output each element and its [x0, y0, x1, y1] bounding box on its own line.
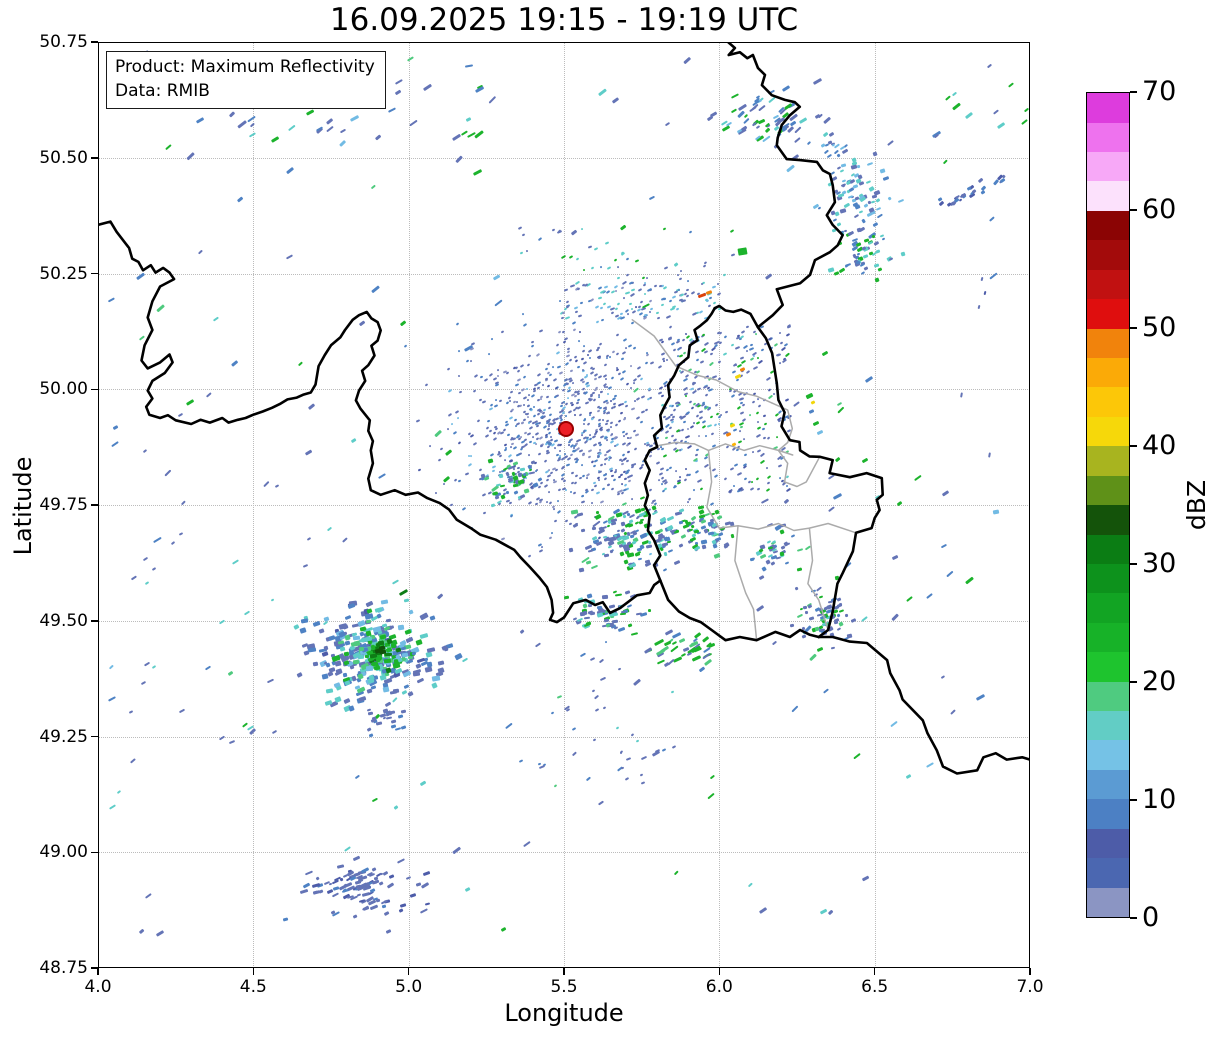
y-tick-label: 50.50: [39, 147, 88, 168]
colorbar-tick-label: 60: [1142, 194, 1177, 225]
colorbar-tick: [1130, 209, 1137, 211]
colorbar-tick: [1130, 563, 1137, 565]
colorbar-segment: [1087, 416, 1129, 447]
colorbar-tick-label: 70: [1142, 76, 1177, 107]
x-tick: [873, 968, 876, 975]
x-tick: [718, 968, 721, 975]
x-tick: [407, 968, 410, 975]
colorbar-segment: [1087, 446, 1129, 476]
country-border: [98, 220, 662, 624]
x-tick: [1029, 968, 1031, 975]
x-tick: [97, 968, 99, 975]
country-border: [643, 306, 716, 582]
x-tick-label: 4.5: [239, 977, 267, 997]
border-svg: [98, 42, 1030, 775]
x-tick-label: 6.5: [861, 977, 889, 997]
y-tick: [91, 735, 98, 738]
radar-site-marker: [557, 420, 574, 437]
y-tick: [91, 157, 98, 159]
colorbar-segment: [1087, 740, 1129, 770]
y-tick: [91, 504, 98, 506]
colorbar-segment: [1087, 387, 1129, 417]
colorbar-segment: [1087, 328, 1129, 358]
colorbar-segment: [1087, 299, 1129, 329]
product-info-box: Product: Maximum Reflectivity Data: RMIB: [106, 51, 386, 110]
x-tick-label: 6.0: [705, 977, 733, 997]
x-tick-label: 5.5: [550, 977, 578, 997]
colorbar-tick: [1130, 681, 1137, 683]
radar-figure: 16.09.2025 19:15 - 19:19 UTC Product: Ma…: [0, 0, 1219, 1040]
product-line: Product: Maximum Reflectivity: [115, 57, 375, 77]
colorbar-segment: [1087, 534, 1129, 564]
y-tick: [91, 272, 98, 275]
colorbar-segment: [1087, 828, 1129, 859]
colorbar-segment: [1087, 622, 1129, 653]
y-tick-label: 50.75: [39, 32, 88, 52]
colorbar-tick: [1130, 917, 1137, 919]
colorbar-tick-label: 0: [1142, 902, 1160, 933]
region-border: [656, 441, 794, 456]
y-tick-label: 48.75: [39, 958, 88, 978]
colorbar-label: dBZ: [1182, 479, 1211, 531]
country-border: [817, 635, 1030, 775]
colorbar-tick: [1130, 327, 1137, 329]
x-tick-label: 4.0: [84, 977, 112, 997]
y-tick-label: 49.25: [39, 726, 88, 747]
y-tick: [91, 967, 98, 969]
colorbar-segment: [1087, 210, 1129, 241]
colorbar-segment: [1087, 563, 1129, 594]
colorbar-tick: [1130, 445, 1137, 447]
y-tick-label: 49.50: [39, 610, 88, 631]
colorbar-segment: [1087, 152, 1129, 182]
colorbar-tick-label: 30: [1142, 548, 1177, 579]
colorbar-segment: [1087, 887, 1129, 917]
colorbar-segment: [1087, 269, 1129, 300]
colorbar-tick-label: 50: [1142, 312, 1177, 343]
colorbar-segment: [1087, 593, 1129, 623]
y-tick: [91, 41, 98, 43]
country-border: [713, 42, 844, 329]
colorbar-segment: [1087, 122, 1129, 153]
country-border: [756, 325, 884, 639]
colorbar-tick-label: 20: [1142, 666, 1177, 697]
x-tick: [563, 968, 565, 975]
data-source-line: Data: RMIB: [115, 81, 210, 102]
colorbar-segment: [1087, 357, 1129, 388]
colorbar-segment: [1087, 505, 1129, 535]
region-border: [706, 449, 721, 529]
colorbar-segment: [1087, 93, 1129, 123]
x-tick-label: 7.0: [1016, 977, 1044, 997]
country-border: [659, 579, 820, 642]
colorbar-segment: [1087, 240, 1129, 270]
map-plot: Product: Maximum Reflectivity Data: RMIB: [98, 42, 1030, 968]
y-tick-label: 50.25: [39, 263, 88, 284]
colorbar-segment: [1087, 711, 1129, 741]
y-tick: [91, 620, 98, 622]
colorbar-segment: [1087, 181, 1129, 211]
figure-title: 16.09.2025 19:15 - 19:19 UTC: [329, 2, 799, 38]
colorbar-segment: [1087, 475, 1129, 506]
x-axis-label: Longitude: [504, 999, 624, 1027]
y-tick: [91, 851, 98, 853]
colorbar-segment: [1087, 681, 1129, 712]
colorbar-segment: [1087, 858, 1129, 888]
colorbar-tick-label: 10: [1142, 784, 1177, 815]
colorbar-tick: [1130, 91, 1137, 93]
region-border: [631, 319, 773, 404]
region-border: [807, 527, 829, 631]
region-border: [718, 522, 857, 534]
region-border: [734, 525, 758, 641]
y-axis-label: Latitude: [9, 456, 37, 556]
colorbar: [1086, 92, 1130, 918]
y-tick: [91, 388, 98, 390]
x-tick-label: 5.0: [395, 977, 423, 997]
colorbar-tick-label: 40: [1142, 430, 1177, 461]
colorbar-segment: [1087, 652, 1129, 682]
colorbar-segment: [1087, 769, 1129, 800]
y-tick-label: 50.00: [39, 379, 88, 400]
colorbar-segment: [1087, 799, 1129, 829]
y-tick-label: 49.00: [39, 842, 88, 863]
x-tick: [252, 968, 255, 975]
colorbar-tick: [1130, 799, 1137, 801]
